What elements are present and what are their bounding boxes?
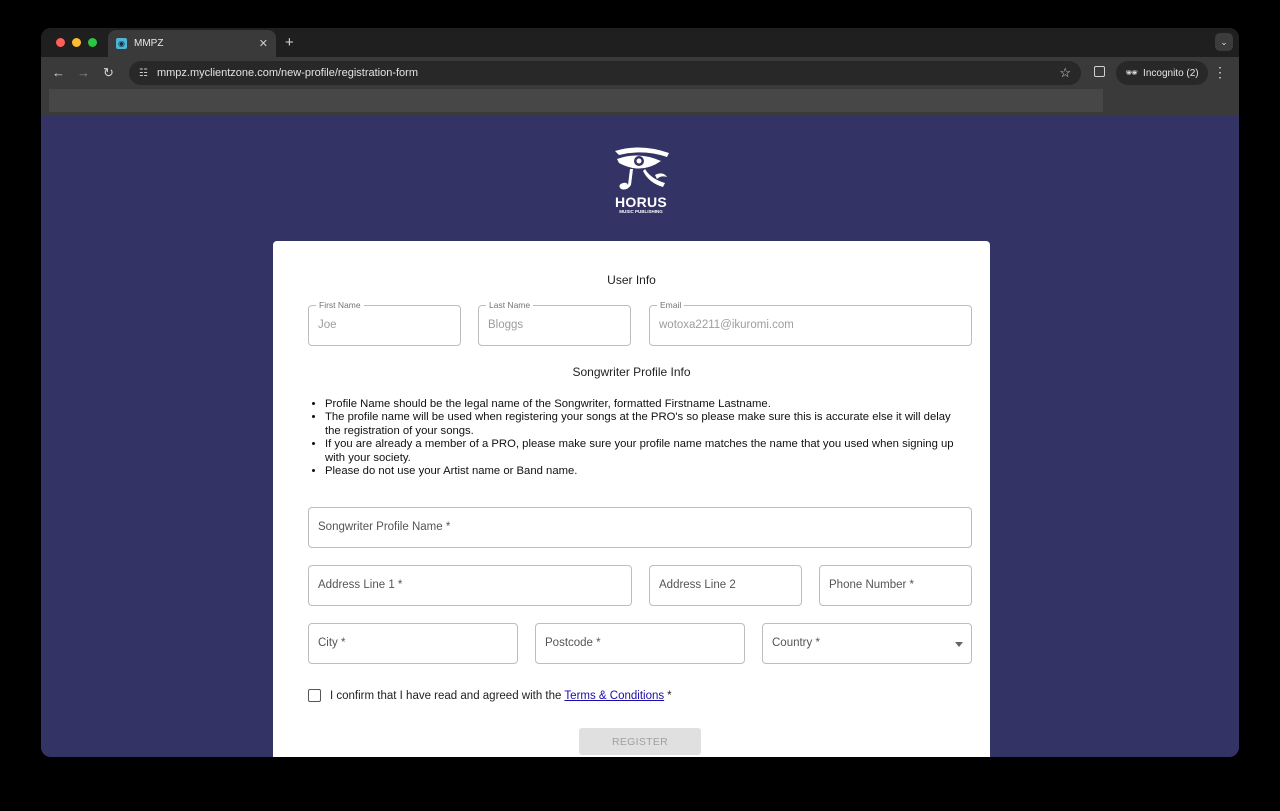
- postcode-placeholder: Postcode *: [545, 637, 601, 649]
- songwriter-profile-name-input[interactable]: Songwriter Profile Name *: [308, 507, 972, 548]
- profile-name-placeholder: Songwriter Profile Name *: [318, 521, 451, 533]
- terms-checkbox[interactable]: [308, 689, 321, 702]
- incognito-icon: 🕶: [1125, 67, 1139, 79]
- bookmark-strip: [49, 89, 1103, 112]
- incognito-label: Incognito (2): [1143, 67, 1199, 79]
- bookmark-star-icon[interactable]: ☆: [1059, 65, 1071, 81]
- browser-toolbar: ← → ↻ ☷ mmpz.myclientzone.com/new-profil…: [41, 57, 1239, 89]
- country-select[interactable]: Country *: [762, 623, 972, 664]
- reload-icon[interactable]: ↻: [103, 65, 114, 81]
- last-name-label: Last Name: [486, 300, 534, 310]
- back-arrow-icon[interactable]: ←: [52, 65, 65, 80]
- incognito-button[interactable]: 🕶 Incognito (2): [1116, 61, 1208, 85]
- maximize-window-button[interactable]: [88, 38, 97, 47]
- guideline-item: Profile Name should be the legal name of…: [325, 398, 965, 411]
- address-line-2-placeholder: Address Line 2: [659, 579, 736, 591]
- email-field[interactable]: Email wotoxa2211@ikuromi.com: [649, 300, 972, 346]
- minimize-window-button[interactable]: [72, 38, 81, 47]
- tab-title: MMPZ: [134, 38, 164, 49]
- phone-number-input[interactable]: Phone Number *: [819, 565, 972, 606]
- first-name-label: First Name: [316, 300, 364, 310]
- last-name-field[interactable]: Last Name Bloggs: [478, 300, 631, 346]
- postcode-input[interactable]: Postcode *: [535, 623, 745, 664]
- page-content: HORUS MUSIC PUBLISHING User Info First N…: [41, 115, 1239, 757]
- address-line-2-input[interactable]: Address Line 2: [649, 565, 802, 606]
- logo-brand-text: HORUS: [614, 194, 668, 210]
- required-mark: *: [667, 689, 672, 702]
- register-button[interactable]: REGISTER: [579, 728, 701, 755]
- side-panel-icon[interactable]: [1094, 66, 1105, 77]
- forward-arrow-icon[interactable]: →: [77, 65, 90, 80]
- city-placeholder: City *: [318, 637, 346, 649]
- country-placeholder: Country *: [772, 637, 820, 649]
- city-input[interactable]: City *: [308, 623, 518, 664]
- browser-menu-icon[interactable]: ⋮: [1213, 64, 1227, 81]
- eye-of-horus-icon: [615, 147, 669, 190]
- guideline-item: If you are already a member of a PRO, pl…: [325, 438, 965, 465]
- address-line-1-placeholder: Address Line 1 *: [318, 579, 403, 591]
- email-value: wotoxa2211@ikuromi.com: [659, 319, 794, 331]
- bookmark-bar: [41, 89, 1239, 115]
- browser-tab[interactable]: ◉ MMPZ ✕: [108, 30, 276, 57]
- tab-search-chevron-icon[interactable]: ⌄: [1215, 33, 1233, 51]
- phone-number-placeholder: Phone Number *: [829, 579, 915, 591]
- address-line-1-input[interactable]: Address Line 1 *: [308, 565, 632, 606]
- terms-confirmation: I confirm that I have read and agreed wi…: [308, 689, 672, 702]
- dropdown-caret-icon: [955, 642, 963, 647]
- confirm-text: I confirm that I have read and agreed wi…: [330, 689, 562, 702]
- user-info-title: User Info: [607, 273, 656, 287]
- address-bar[interactable]: ☷ mmpz.myclientzone.com/new-profile/regi…: [129, 61, 1081, 85]
- tab-bar: ◉ MMPZ ✕ + ⌄: [41, 28, 1239, 57]
- logo-subtitle-text: MUSIC PUBLISHING: [619, 209, 663, 214]
- close-tab-icon[interactable]: ✕: [259, 37, 268, 50]
- close-window-button[interactable]: [56, 38, 65, 47]
- url-text[interactable]: mmpz.myclientzone.com/new-profile/regist…: [157, 67, 1059, 79]
- profile-guidelines-list: Profile Name should be the legal name of…: [325, 398, 965, 478]
- last-name-value: Bloggs: [488, 319, 524, 331]
- browser-window: ◉ MMPZ ✕ + ⌄ ← → ↻ ☷ mmpz.myclientzone.c…: [41, 28, 1239, 757]
- registration-form-card: User Info First Name Joe Last Name Blogg…: [273, 241, 990, 757]
- first-name-value: Joe: [318, 319, 337, 331]
- guideline-item: Please do not use your Artist name or Ba…: [325, 465, 965, 478]
- guideline-item: The profile name will be used when regis…: [325, 411, 965, 438]
- first-name-field[interactable]: First Name Joe: [308, 300, 461, 346]
- horus-logo: HORUS MUSIC PUBLISHING: [609, 145, 673, 223]
- terms-conditions-link[interactable]: Terms & Conditions: [564, 690, 664, 702]
- window-controls: [56, 38, 97, 47]
- new-tab-button[interactable]: +: [285, 34, 294, 51]
- email-label: Email: [657, 300, 685, 310]
- songwriter-profile-title: Songwriter Profile Info: [572, 365, 691, 379]
- site-favicon-icon: ◉: [116, 38, 127, 49]
- site-info-icon[interactable]: ☷: [139, 68, 148, 79]
